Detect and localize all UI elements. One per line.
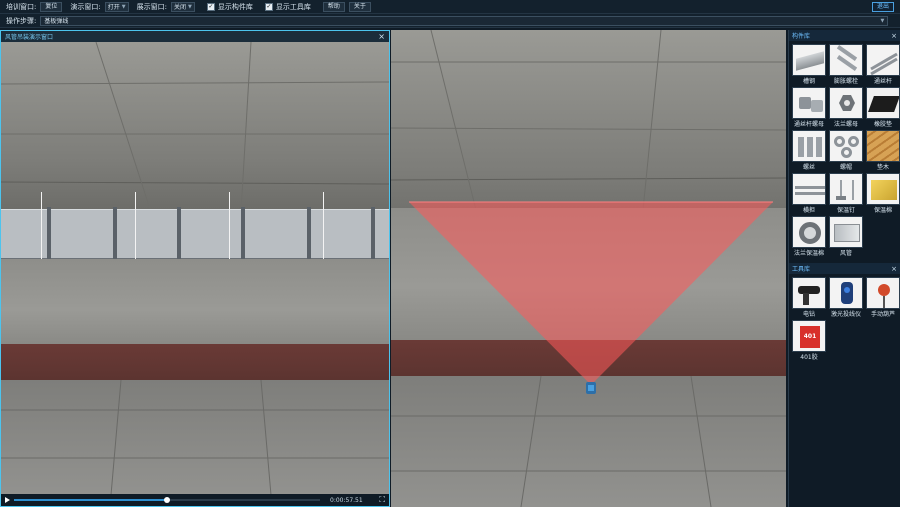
components-header: 构件库 × [789, 30, 900, 41]
chain-hoist-icon [866, 277, 900, 309]
checkbox-check-icon: ✓ [206, 2, 215, 11]
tool-tile[interactable]: 手动葫芦 [866, 277, 900, 318]
insulation-cotton-icon [866, 173, 900, 205]
play-icon[interactable] [5, 497, 10, 503]
show-tools-checkbox[interactable]: ✓ 显示工具库 [264, 2, 311, 12]
progress-fill [14, 499, 167, 501]
component-tile[interactable]: 垫木 [866, 130, 900, 171]
main-scene [391, 30, 786, 507]
hanger-rod [47, 207, 51, 265]
drill-icon [792, 277, 826, 309]
top-toolbar: 培训窗口: 复位 演示窗口: 打开 ▼ 展示窗口: 关闭 ▼ ✓ 显示构件库 ✓ 显示工… [0, 0, 900, 14]
chevron-down-icon: ▼ [187, 3, 192, 10]
training-window-label: 培训窗口: [6, 2, 37, 11]
insulation-pin-icon [829, 173, 863, 205]
tool-tile[interactable]: 激光投线仪 [829, 277, 863, 318]
ceiling-seams [1, 42, 389, 212]
checkbox-check-icon: ✓ [264, 2, 273, 11]
flange-nut-icon [829, 87, 863, 119]
step-select[interactable]: 基板弹线 ▼ [40, 15, 889, 26]
component-tile[interactable]: 通丝杆螺母 [792, 87, 826, 128]
wall-red-band [1, 344, 389, 380]
duct-icon [829, 216, 863, 248]
library-sidebar: 构件库 × 槽钢 膨胀螺栓 通丝杆 通丝杆螺母 法兰螺母 橡胶垫 螺丝 螺帽 垫… [788, 30, 900, 507]
display-window-label: 展示窗口: [136, 2, 167, 11]
hanger-rod [113, 207, 117, 265]
demo-window-label: 演示窗口: [70, 2, 101, 11]
hanger-rod [307, 207, 311, 265]
demo-window: 风管吊装演示窗口 × 0:00:57.51 ⛶ [0, 30, 390, 507]
rod-nut-icon [792, 87, 826, 119]
playback-bar: 0:00:57.51 ⛶ [1, 494, 389, 506]
step-bar: 操作步骤: 基板弹线 ▼ [0, 14, 900, 28]
show-components-checkbox[interactable]: ✓ 显示构件库 [206, 2, 253, 12]
floor-seams [1, 380, 389, 495]
components-title: 构件库 [792, 33, 811, 40]
step-label: 操作步骤: [6, 16, 37, 25]
tools-header: 工具库 × [789, 263, 900, 274]
expansion-bolt-icon [829, 44, 863, 76]
laser-level-icon [829, 277, 863, 309]
stud-rod [229, 192, 230, 262]
component-tile[interactable]: 法兰螺母 [829, 87, 863, 128]
close-icon[interactable]: × [378, 32, 385, 41]
laser-projection [409, 201, 773, 394]
component-tile[interactable]: 横担 [792, 173, 826, 214]
stud-rod [41, 192, 42, 262]
progress-knob[interactable] [164, 497, 170, 503]
screw-icon [792, 130, 826, 162]
help-button[interactable]: 帮助 [322, 1, 345, 12]
nut-icon [829, 130, 863, 162]
close-icon[interactable]: × [891, 265, 897, 273]
demo-window-title: 风管吊装演示窗口 [5, 34, 54, 41]
flange-insulation-icon [792, 216, 826, 248]
chevron-down-icon: ▼ [880, 17, 885, 24]
component-tile[interactable]: 通丝杆 [866, 44, 900, 85]
insulation-panels [1, 209, 389, 259]
close-icon[interactable]: × [891, 32, 897, 40]
progress-slider[interactable] [14, 497, 320, 503]
component-tile[interactable]: 保温棉 [866, 173, 900, 214]
display-window-select[interactable]: 关闭 ▼ [170, 1, 195, 12]
chevron-down-icon: ▼ [121, 3, 126, 10]
fullscreen-icon[interactable]: ⛶ [379, 495, 385, 505]
component-tile[interactable]: 保温钉 [829, 173, 863, 214]
component-tile[interactable]: 螺丝 [792, 130, 826, 171]
component-tile[interactable]: 膨胀螺栓 [829, 44, 863, 85]
tools-title: 工具库 [792, 266, 811, 273]
hanger-rod [371, 207, 375, 265]
playback-time: 0:00:57.51 [330, 496, 363, 504]
rubber-pad-icon [866, 87, 900, 119]
wood-block-icon [866, 130, 900, 162]
component-tile[interactable]: 槽钢 [792, 44, 826, 85]
tool-tile[interactable]: 电钻 [792, 277, 826, 318]
component-tile[interactable]: 法兰保温棉 [792, 216, 826, 257]
stud-rod [135, 192, 136, 262]
crossbar-icon [792, 173, 826, 205]
components-grid: 槽钢 膨胀螺栓 通丝杆 通丝杆螺母 法兰螺母 橡胶垫 螺丝 螺帽 垫木 横担 保… [789, 41, 900, 257]
reset-button[interactable]: 复位 [40, 1, 63, 12]
component-tile[interactable]: 橡胶垫 [866, 87, 900, 128]
wall [1, 259, 389, 344]
channel-steel-icon [792, 44, 826, 76]
demo-scene [1, 42, 389, 495]
stud-rod [323, 192, 324, 262]
demo-window-titlebar: 风管吊装演示窗口 × [1, 31, 389, 42]
exit-button[interactable]: 退出 [871, 2, 894, 12]
glue-icon: 401 [792, 320, 826, 352]
component-tile[interactable]: 螺帽 [829, 130, 863, 171]
demo-window-select[interactable]: 打开 ▼ [104, 1, 129, 12]
hanger-rod [177, 207, 181, 265]
tool-tile[interactable]: 401 401胶 [792, 320, 826, 361]
component-tile[interactable]: 风管 [829, 216, 863, 257]
about-button[interactable]: 关于 [348, 1, 371, 12]
hanger-rod [241, 207, 245, 265]
tools-grid: 电钻 激光投线仪 手动葫芦 401 401胶 [789, 274, 900, 361]
threaded-rod-icon [866, 44, 900, 76]
